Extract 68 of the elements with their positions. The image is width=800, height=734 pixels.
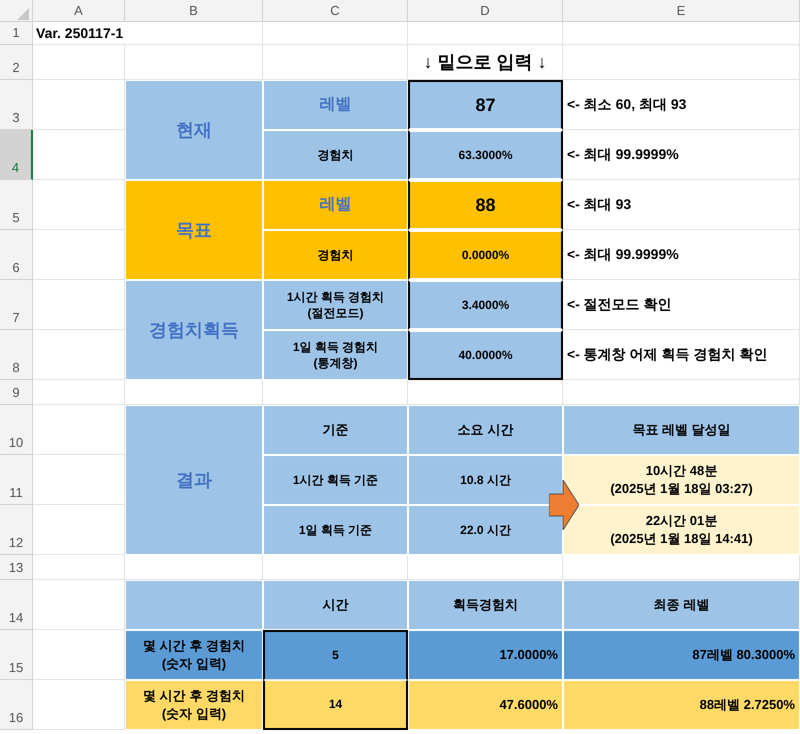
row-header[interactable]: 12 bbox=[0, 505, 33, 555]
group-label: 현재 bbox=[125, 80, 263, 180]
arrow-icon bbox=[549, 480, 579, 530]
row-header[interactable]: 15 bbox=[0, 630, 33, 680]
table-cell: 87레벨 80.3000% bbox=[563, 630, 800, 680]
date-cell: 22시간 01분 (2025년 1월 18일 14:41) bbox=[563, 505, 800, 555]
table-cell: 17.0000% bbox=[408, 630, 563, 680]
field-label: 경험치 bbox=[263, 230, 408, 280]
row-header[interactable]: 4 bbox=[0, 130, 33, 180]
input-cell[interactable]: 63.3000% bbox=[408, 130, 563, 180]
table-cell: 88레벨 2.7250% bbox=[563, 680, 800, 730]
field-label: 레벨 bbox=[263, 80, 408, 130]
column-heading: 최종 레벨 bbox=[563, 580, 800, 630]
select-all-button[interactable] bbox=[0, 0, 33, 22]
row-label: 몇 시간 후 경험치 (숫자 입력) bbox=[125, 630, 263, 680]
date-cell: 10시간 48분 (2025년 1월 18일 03:27) bbox=[563, 455, 800, 505]
field-label: 경험치 bbox=[263, 130, 408, 180]
row-label: 몇 시간 후 경험치 (숫자 입력) bbox=[125, 680, 263, 730]
column-heading: 목표 레벨 달성일 bbox=[563, 405, 800, 455]
table-cell: 47.6000% bbox=[408, 680, 563, 730]
note-text: <- 최대 99.9999% bbox=[563, 230, 800, 280]
version-label: Var. 250117-1 bbox=[33, 22, 263, 45]
row-header[interactable]: 7 bbox=[0, 280, 33, 330]
input-cell[interactable]: 3.4000% bbox=[408, 280, 563, 330]
input-cell[interactable]: 0.0000% bbox=[408, 230, 563, 280]
row-header[interactable]: 8 bbox=[0, 330, 33, 380]
field-label: 레벨 bbox=[263, 180, 408, 230]
table-cell: 1시간 획득 기준 bbox=[263, 455, 408, 505]
group-label: 목표 bbox=[125, 180, 263, 280]
note-text: <- 절전모드 확인 bbox=[563, 280, 800, 330]
row-header[interactable]: 11 bbox=[0, 455, 33, 505]
column-heading: 소요 시간 bbox=[408, 405, 563, 455]
table-cell: 10.8 시간 bbox=[408, 455, 563, 505]
input-cell[interactable]: 14 bbox=[263, 680, 408, 730]
field-label: 1시간 획득 경험치 (절전모드) bbox=[263, 280, 408, 330]
column-header[interactable]: D bbox=[408, 0, 563, 22]
column-heading: 획득경험치 bbox=[408, 580, 563, 630]
note-text: <- 최대 99.9999% bbox=[563, 130, 800, 180]
field-label: 1일 획득 경험치 (통계창) bbox=[263, 330, 408, 380]
table-cell: 22.0 시간 bbox=[408, 505, 563, 555]
input-cell[interactable]: 40.0000% bbox=[408, 330, 563, 380]
column-heading: 시간 bbox=[263, 580, 408, 630]
result-label: 결과 bbox=[125, 405, 263, 555]
note-text: <- 최소 60, 최대 93 bbox=[563, 80, 800, 130]
input-cell[interactable]: 87 bbox=[408, 80, 563, 130]
column-header[interactable]: C bbox=[263, 0, 408, 22]
row-header[interactable]: 16 bbox=[0, 680, 33, 730]
row-header[interactable]: 6 bbox=[0, 230, 33, 280]
column-header[interactable]: B bbox=[125, 0, 263, 22]
column-header[interactable]: E bbox=[563, 0, 800, 22]
triangle-icon bbox=[17, 8, 29, 20]
row-header[interactable]: 1 bbox=[0, 22, 33, 45]
input-cell[interactable]: 88 bbox=[408, 180, 563, 230]
row-header[interactable]: 9 bbox=[0, 380, 33, 405]
row-header[interactable]: 5 bbox=[0, 180, 33, 230]
note-text: <- 통계창 어제 획득 경험치 확인 bbox=[563, 330, 800, 380]
column-header[interactable]: A bbox=[33, 0, 125, 22]
row-header[interactable]: 10 bbox=[0, 405, 33, 455]
input-cell[interactable]: 5 bbox=[263, 630, 408, 680]
note-text: <- 최대 93 bbox=[563, 180, 800, 230]
row-header[interactable]: 14 bbox=[0, 580, 33, 630]
row-header[interactable]: 13 bbox=[0, 555, 33, 580]
group-label: 경험치획득 bbox=[125, 280, 263, 380]
input-hint: ↓ 밑으로 입력 ↓ bbox=[408, 45, 563, 80]
column-heading: 기준 bbox=[263, 405, 408, 455]
row-header[interactable]: 2 bbox=[0, 45, 33, 80]
row-header[interactable]: 3 bbox=[0, 80, 33, 130]
table-cell: 1일 획득 기준 bbox=[263, 505, 408, 555]
